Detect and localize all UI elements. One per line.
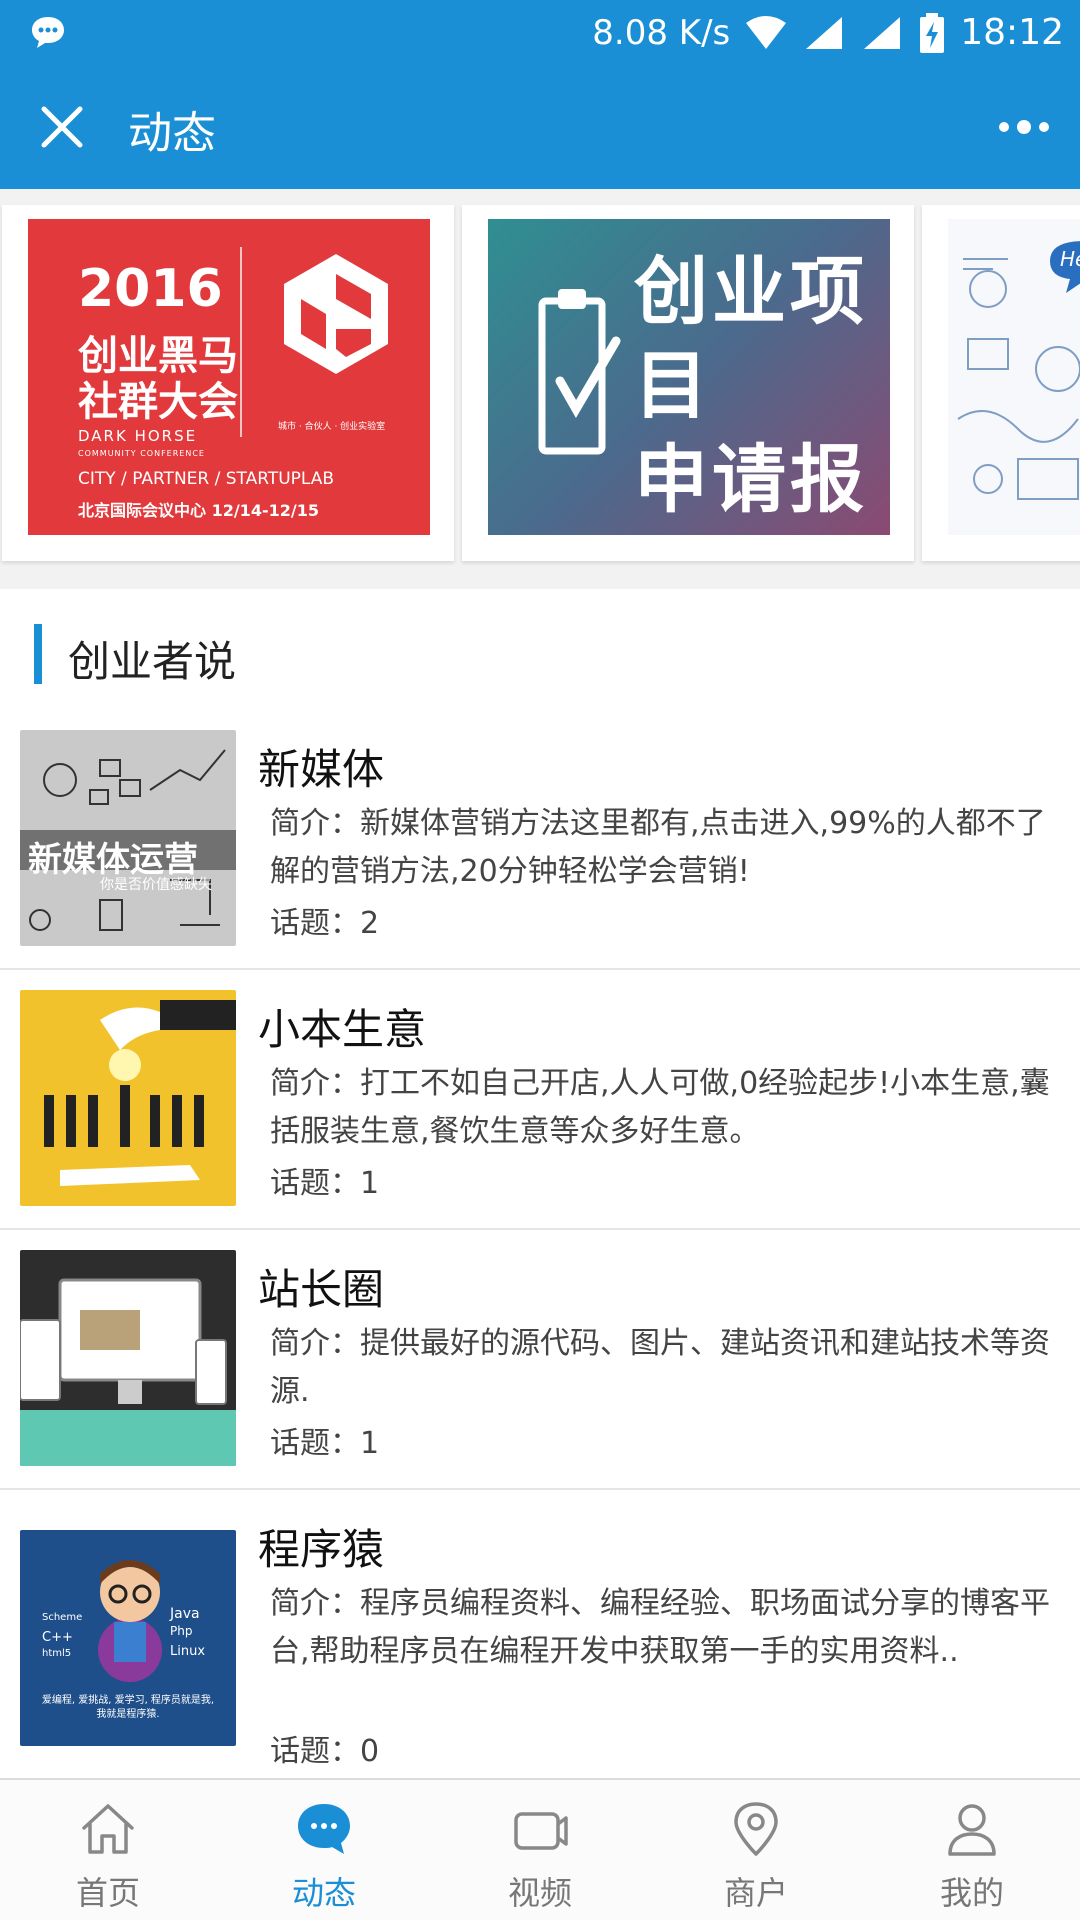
chat-icon — [298, 1804, 350, 1854]
item-title: 新媒体 — [258, 745, 385, 794]
video-icon — [514, 1812, 568, 1850]
clock: 18:12 — [960, 12, 1064, 53]
banner-project-line: 申请报道 — [634, 437, 868, 535]
network-speed: 8.08 K/s — [592, 12, 731, 53]
thumb-word: Linux — [170, 1644, 206, 1659]
tab-home[interactable]: 首页 — [0, 1780, 216, 1922]
tab-label: 动态 — [291, 1874, 356, 1912]
banner-heading: 社群大会 — [78, 379, 238, 425]
signal-icon — [864, 16, 901, 49]
list-item[interactable]: 站长圈 简介：提供最好的源代码、图片、建站资讯和建站技术等资源. 话题：1 — [0, 1230, 1080, 1490]
tab-label: 视频 — [507, 1874, 572, 1912]
thumb-word: Php — [170, 1624, 193, 1638]
item-thumbnail: 新媒体运营 你是否价值感缺失 — [20, 730, 236, 946]
item-title: 站长圈 — [258, 1265, 385, 1314]
item-intro: 简介：新媒体营销方法这里都有,点击进入,99%的人都不了解的营销方法,20分钟轻… — [270, 806, 1046, 889]
item-topic-count: 话题：2 — [270, 906, 380, 941]
section-accent-bar — [34, 624, 42, 684]
location-icon — [734, 1802, 778, 1856]
banner-project-line: 创业项目 — [634, 249, 868, 429]
thumb-word: Scheme — [42, 1612, 83, 1623]
banner-card[interactable]: Help — [922, 205, 1080, 561]
wifi-icon — [746, 15, 787, 49]
item-topic-count: 话题：1 — [270, 1426, 380, 1461]
home-icon — [82, 1804, 134, 1854]
list-item[interactable]: 新媒体运营 你是否价值感缺失 新媒体 简介：新媒体营销方法这里都有,点击进入,9… — [0, 710, 1080, 970]
banner-venue: 北京国际会议中心 12/14-12/15 — [78, 501, 319, 520]
banner-tagline: CITY / PARTNER / STARTUPLAB — [78, 469, 335, 489]
item-topic-count: 话题：1 — [270, 1166, 380, 1201]
page-title: 动态 — [128, 108, 216, 159]
item-intro: 简介：提供最好的源代码、图片、建站资讯和建站技术等资源. — [270, 1326, 1050, 1409]
clipboard-check-icon — [538, 289, 621, 455]
thumb-word: Java — [170, 1606, 200, 1622]
tab-label: 首页 — [75, 1874, 140, 1912]
tab-video[interactable]: 视频 — [432, 1780, 648, 1922]
tab-merchant[interactable]: 商户 — [648, 1780, 864, 1922]
list-item[interactable]: 小本生意 简介：打工不如自己开店,人人可做,0经验起步!小本生意,囊括服装生意,… — [0, 970, 1080, 1230]
user-icon — [948, 1804, 996, 1856]
bottom-tab-bar: 首页 动态 视频 商户 我的 — [0, 1778, 1080, 1920]
devices-illustration — [20, 1278, 236, 1466]
cps-logo-icon — [284, 254, 388, 374]
banner-english: DARK HORSE — [78, 427, 198, 445]
thumbnail-caption: 爱编程, 爱挑战, 爱学习, 程序员就是我, 我就是程序猿. — [41, 1695, 215, 1720]
tab-label: 商户 — [723, 1874, 788, 1912]
chat-bubble-icon — [32, 17, 64, 48]
thumb-word: html5 — [42, 1648, 72, 1659]
status-bar: 8.08 K/s 18:12 — [0, 0, 1080, 65]
thumb-word: C++ — [42, 1630, 73, 1645]
app-bar: 动态 — [0, 65, 1080, 189]
item-title: 小本生意 — [258, 1005, 427, 1054]
banner-divider — [240, 247, 242, 437]
item-thumbnail — [20, 1250, 236, 1466]
signal-icon — [806, 16, 843, 49]
banner-card[interactable]: 创业项目 申请报道 — [462, 205, 914, 561]
item-thumbnail: Scheme Java C++ Php html5 Linux 爱编程, 爱挑战… — [20, 1530, 236, 1746]
banner-carousel[interactable]: 2016 创业黑马 社群大会 DARK HORSE COMMUNITY CONF… — [0, 189, 1080, 589]
tab-dynamic[interactable]: 动态 — [216, 1780, 432, 1922]
banner-logo-subtitle: 城市 · 合伙人 · 创业实验室 — [278, 422, 386, 432]
item-topic-count: 话题：0 — [270, 1734, 380, 1769]
list-item[interactable]: Scheme Java C++ Php html5 Linux 爱编程, 爱挑战… — [0, 1490, 1080, 1780]
tab-mine[interactable]: 我的 — [864, 1780, 1080, 1922]
banner-card[interactable]: 2016 创业黑马 社群大会 DARK HORSE COMMUNITY CONF… — [2, 205, 454, 561]
battery-charging-icon — [920, 12, 945, 53]
more-icon[interactable] — [996, 111, 1052, 143]
item-thumbnail — [20, 990, 236, 1206]
close-icon[interactable] — [38, 103, 86, 151]
section-title: 创业者说 — [68, 637, 237, 686]
banner-english-sub: COMMUNITY CONFERENCE — [78, 449, 205, 458]
item-title: 程序猿 — [258, 1525, 385, 1574]
banner-year: 2016 — [78, 259, 223, 319]
item-intro: 简介：打工不如自己开店,人人可做,0经验起步!小本生意,囊括服装生意,餐饮生意等… — [270, 1066, 1050, 1149]
lightbulb-hand-illustration — [44, 1000, 236, 1186]
item-intro: 简介：程序员编程资料、编程经验、职场面试分享的博客平台,帮助程序员在编程开发中获… — [270, 1586, 1050, 1669]
banner-project-text: 创业项目 申请报道 — [634, 245, 890, 535]
banner-image-darkhorse[interactable]: 2016 创业黑马 社群大会 DARK HORSE COMMUNITY CONF… — [28, 219, 430, 535]
banner-image-sketch[interactable]: Help — [948, 219, 1080, 535]
thumbnail-subcaption: 你是否价值感缺失 — [100, 877, 212, 893]
banner-image-project[interactable]: 创业项目 申请报道 — [488, 219, 890, 535]
help-text: Help — [1060, 247, 1080, 271]
tab-label: 我的 — [939, 1874, 1004, 1912]
